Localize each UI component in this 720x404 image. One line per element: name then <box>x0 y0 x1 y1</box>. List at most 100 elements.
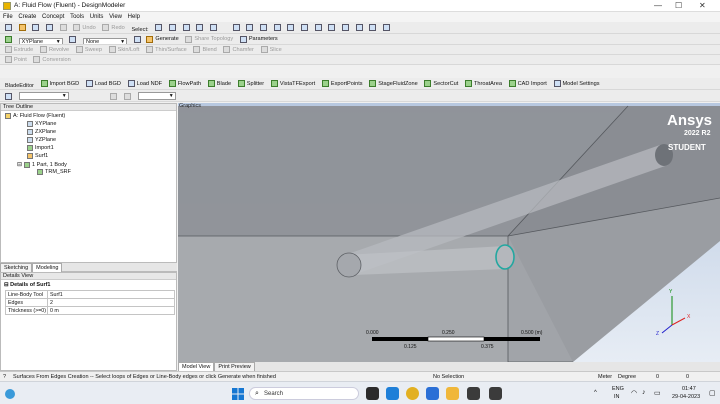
load-ndf-button[interactable]: Load NDF <box>127 78 162 89</box>
select-body-icon[interactable] <box>209 24 217 31</box>
graphics-viewport[interactable]: Ansys 2022 R2 STUDENT 0.000 0.250 0.500 … <box>178 103 720 362</box>
weather-icon[interactable] <box>5 389 15 399</box>
language-indicator[interactable]: ENG <box>612 386 624 392</box>
file-explorer-icon[interactable] <box>446 387 459 400</box>
next-view-icon[interactable] <box>328 24 336 31</box>
graphics-select[interactable]: ▼ <box>137 91 176 100</box>
new-plane-icon[interactable] <box>69 35 77 43</box>
menu-units[interactable]: Units <box>90 12 104 22</box>
tree-item-xyplane[interactable]: XYPlane <box>27 121 56 127</box>
pan-icon[interactable] <box>246 24 254 31</box>
display-plane-icon[interactable] <box>355 24 363 31</box>
splitter-button[interactable]: Splitter <box>237 78 264 89</box>
parameters-button[interactable]: Parameters <box>239 34 278 44</box>
thin-surface-button[interactable]: Thin/Surface <box>146 45 187 54</box>
new-sketch-icon[interactable] <box>133 35 141 43</box>
generate-button[interactable]: Generate <box>146 34 179 44</box>
vistatf-export-button[interactable]: VistaTFExport <box>270 78 315 89</box>
point-display-icon[interactable] <box>382 24 390 31</box>
minimize-button[interactable]: — <box>654 1 662 10</box>
filter-select[interactable]: ▼ <box>18 91 69 100</box>
expand-icon[interactable]: ⊟ <box>17 161 22 168</box>
close-button[interactable]: ✕ <box>699 1 706 10</box>
volume-icon[interactable]: ♪ <box>642 389 646 396</box>
previous-view-icon[interactable] <box>314 24 322 31</box>
line-body-tool-value[interactable]: Surf1 <box>47 290 175 299</box>
select-point-icon[interactable] <box>168 24 176 31</box>
slice-button[interactable]: Slice <box>260 45 282 54</box>
select-new-icon[interactable] <box>155 24 163 31</box>
menu-help[interactable]: Help <box>128 12 140 22</box>
cad-import-button[interactable]: CAD Import <box>508 78 547 89</box>
store-icon[interactable] <box>426 387 439 400</box>
tree-item-surf1[interactable]: Surf1 <box>27 153 48 159</box>
tree-item-import1[interactable]: Import1 <box>27 145 54 151</box>
sector-cut-button[interactable]: SectorCut <box>424 78 458 89</box>
blend-button[interactable]: Blend <box>193 45 217 54</box>
rotate-icon[interactable] <box>232 24 240 31</box>
blade-editor-button[interactable]: BladeEditor <box>5 81 34 89</box>
save-icon[interactable] <box>32 24 40 31</box>
task-view-icon[interactable] <box>366 387 379 400</box>
windows-start-icon[interactable] <box>232 388 244 400</box>
tree-item-parts[interactable]: ⊟ 1 Part, 1 Body <box>17 161 67 168</box>
tree-item-zxplane[interactable]: ZXPlane <box>27 129 56 135</box>
throat-area-button[interactable]: ThroatArea <box>464 78 502 89</box>
share-topology-button[interactable]: Share Topology <box>185 34 233 44</box>
tab-modeling[interactable]: Modeling <box>32 263 63 272</box>
load-bgd-button[interactable]: Load BGD <box>85 78 121 89</box>
zoom-icon[interactable] <box>259 24 267 31</box>
redo-button[interactable]: Redo <box>102 22 125 33</box>
menu-file[interactable]: File <box>3 12 13 22</box>
model-settings-button[interactable]: Model Settings <box>553 78 600 89</box>
magnifier-icon[interactable] <box>300 24 308 31</box>
select-edge-icon[interactable] <box>182 24 190 31</box>
blade-button[interactable]: Blade <box>207 78 231 89</box>
selected-edge-loop[interactable] <box>495 244 515 270</box>
flowpath-button[interactable]: FlowPath <box>168 78 201 89</box>
stage-fluid-zone-button[interactable]: StageFluidZone <box>369 78 418 89</box>
select-face-icon[interactable] <box>196 24 204 31</box>
tab-model-view[interactable]: Model View <box>178 362 215 371</box>
plane-select[interactable]: XYPlane ▼ <box>18 37 63 44</box>
screenshot-icon[interactable] <box>59 24 67 31</box>
edge-browser-icon[interactable] <box>386 387 399 400</box>
sketch-select[interactable]: None ▼ <box>83 37 128 44</box>
export-icon[interactable] <box>46 24 54 31</box>
tree-item-yzplane[interactable]: YZPlane <box>27 137 56 143</box>
open-icon[interactable] <box>18 24 26 31</box>
clock-time[interactable]: 01:47 <box>682 386 696 392</box>
menu-create[interactable]: Create <box>18 12 36 22</box>
thickness-value[interactable]: 0 m <box>47 306 175 315</box>
chrome-icon[interactable] <box>406 387 419 400</box>
tab-sketching[interactable]: Sketching <box>0 263 33 272</box>
tab-print-preview[interactable]: Print Preview <box>214 362 255 371</box>
designmodeler-icon[interactable] <box>489 387 502 400</box>
maximize-button[interactable]: ☐ <box>675 1 682 10</box>
sweep-button[interactable]: Sweep <box>75 45 102 54</box>
wifi-icon[interactable]: ◠ <box>631 389 637 397</box>
undo-button[interactable]: Undo <box>73 22 96 33</box>
iso-view-icon[interactable] <box>341 24 349 31</box>
next-icon[interactable] <box>124 92 132 100</box>
workbench-icon[interactable] <box>467 387 480 400</box>
new-icon[interactable] <box>5 24 12 31</box>
view-toggle-icon[interactable] <box>5 35 12 43</box>
zoom-fit-icon[interactable] <box>287 24 295 31</box>
prev-icon[interactable] <box>110 92 118 100</box>
menu-view[interactable]: View <box>109 12 122 22</box>
box-zoom-icon[interactable] <box>273 24 281 31</box>
revolve-button[interactable]: Revolve <box>39 45 69 54</box>
chamfer-button[interactable]: Chamfer <box>223 45 254 54</box>
export-points-button[interactable]: ExportPoints <box>321 78 363 89</box>
point-button[interactable]: Point <box>5 55 27 64</box>
tray-chevron-icon[interactable]: ^ <box>594 390 597 396</box>
tree-item-root[interactable]: A: Fluid Flow (Fluent) <box>5 113 65 119</box>
taskbar-search[interactable]: ⌕ Search <box>249 387 359 400</box>
menu-tools[interactable]: Tools <box>70 12 84 22</box>
conversion-button[interactable]: Conversion <box>33 55 71 64</box>
import-bgd-button[interactable]: Import BGD <box>40 78 79 89</box>
display-model-icon[interactable] <box>369 24 377 31</box>
tool-icon[interactable] <box>5 92 12 100</box>
skin-loft-button[interactable]: Skin/Loft <box>108 45 139 54</box>
